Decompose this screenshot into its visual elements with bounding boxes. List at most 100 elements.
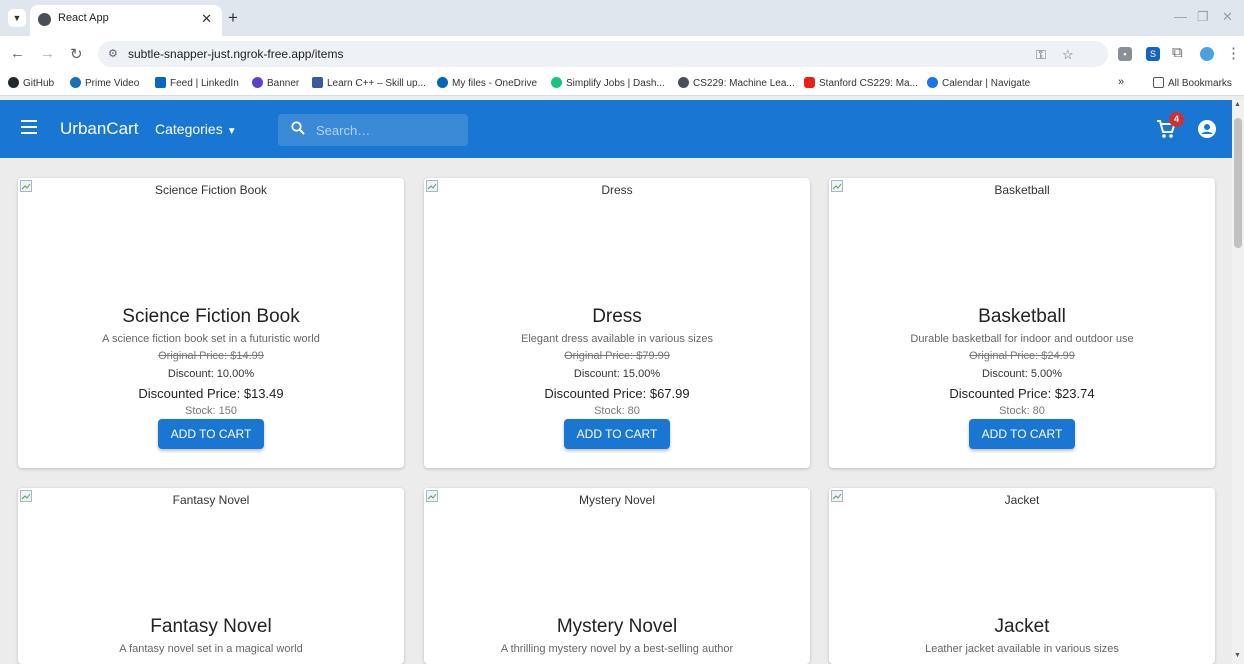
product-image: Science Fiction Book (18, 178, 404, 298)
globe-icon (678, 77, 689, 88)
search-box[interactable] (278, 114, 468, 146)
globe-icon (38, 13, 51, 26)
profile-avatar[interactable] (1200, 47, 1214, 61)
tab-search-button[interactable]: ▼ (8, 9, 26, 27)
cart-count-badge: 4 (1169, 112, 1184, 127)
cloud-icon (437, 77, 448, 88)
browser-tab[interactable]: React App ✕ (30, 5, 222, 36)
close-icon[interactable]: ✕ (201, 11, 212, 27)
bookmark-cs229[interactable]: CS229: Machine Lea... (678, 77, 795, 89)
site-info-icon[interactable]: ⚙ (108, 47, 118, 60)
tab-title: React App (58, 12, 109, 24)
discounted-price: Discounted Price: $23.74 (949, 386, 1095, 401)
bookmark-prime-video[interactable]: Prime Video (70, 77, 139, 89)
reload-icon[interactable]: ↻ (70, 45, 83, 63)
product-name: Mystery Novel (556, 616, 678, 637)
product-card: Fantasy Novel Fantasy Novel A fantasy no… (18, 488, 404, 664)
learncpp-icon (312, 77, 323, 88)
scroll-thumb[interactable] (1234, 118, 1242, 248)
image-alt-text: Jacket (1004, 493, 1040, 507)
bookmark-simplify[interactable]: Simplify Jobs | Dash... (551, 77, 665, 89)
product-image: Fantasy Novel (18, 488, 404, 608)
banner-icon (252, 77, 263, 88)
page-scrollbar[interactable]: ▲ ▼ (1232, 100, 1244, 664)
add-to-cart-button[interactable]: ADD TO CART (564, 419, 670, 449)
extension-icon[interactable]: ▪ (1118, 47, 1132, 61)
menu-dots-icon[interactable]: ⋮ (1226, 44, 1241, 62)
more-bookmarks-button[interactable]: » (1118, 76, 1124, 88)
discount: Discount: 10.00% (167, 368, 255, 380)
folder-icon (1153, 77, 1164, 88)
search-icon (291, 121, 305, 135)
simplify-icon (551, 77, 562, 88)
bookmark-banner[interactable]: Banner (252, 77, 299, 89)
product-description: A fantasy novel set in a magical world (119, 643, 303, 655)
stock: Stock: 80 (594, 405, 640, 417)
product-image: Basketball (829, 178, 1215, 298)
product-name: Fantasy Novel (150, 616, 272, 637)
window-close-icon[interactable]: ✕ (1222, 9, 1233, 25)
prime-video-icon (70, 77, 81, 88)
linkedin-icon (155, 77, 166, 88)
bookmark-learn-cpp[interactable]: Learn C++ – Skill up... (312, 77, 426, 89)
stock: Stock: 80 (999, 405, 1045, 417)
add-to-cart-button[interactable]: ADD TO CART (969, 419, 1075, 449)
github-icon (8, 77, 19, 88)
calendar-icon (927, 77, 938, 88)
menu-icon[interactable] (21, 120, 37, 134)
discount: Discount: 5.00% (981, 368, 1063, 380)
bookmark-stanford-cs229[interactable]: Stanford CS229: Ma... (804, 77, 918, 89)
bookmark-linkedin[interactable]: Feed | LinkedIn (155, 77, 239, 89)
product-card: Dress Dress Elegant dress available in v… (424, 178, 810, 468)
address-bar-row: ← → ↻ ⚙ subtle-snapper-just.ngrok-free.a… (0, 36, 1244, 72)
bookmark-star-icon[interactable]: ☆ (1062, 47, 1074, 63)
product-card: Mystery Novel Mystery Novel A thrilling … (424, 488, 810, 664)
add-to-cart-button[interactable]: ADD TO CART (158, 419, 264, 449)
product-description: A science fiction book set in a futurist… (102, 333, 320, 345)
back-icon[interactable]: ← (10, 45, 25, 62)
browser-tab-bar: ▼ React App ✕ + — ❐ ✕ (0, 0, 1244, 36)
image-alt-text: Dress (601, 183, 633, 197)
product-description: Leather jacket available in various size… (925, 643, 1119, 655)
puzzle-icon[interactable]: ⧉ (1172, 44, 1183, 61)
caret-down-icon: ▼ (226, 126, 237, 137)
categories-menu[interactable]: Categories ▼ (155, 121, 237, 137)
restore-icon[interactable]: ❐ (1197, 9, 1209, 25)
original-price: Original Price: $24.99 (969, 350, 1075, 362)
product-name: Science Fiction Book (122, 306, 300, 327)
image-alt-text: Science Fiction Book (154, 183, 268, 197)
discounted-price: Discounted Price: $13.49 (138, 386, 284, 401)
product-description: Elegant dress available in various sizes (521, 333, 713, 345)
image-alt-text: Fantasy Novel (172, 493, 250, 507)
new-tab-button[interactable]: + (228, 8, 238, 28)
minimize-icon[interactable]: — (1174, 9, 1187, 24)
scroll-up-icon[interactable]: ▲ (1234, 101, 1241, 108)
image-alt-text: Basketball (994, 183, 1050, 197)
image-alt-text: Mystery Novel (578, 493, 655, 507)
product-image: Mystery Novel (424, 488, 810, 608)
bookmark-calendar[interactable]: Calendar | Navigate (927, 77, 1030, 89)
product-name: Basketball (978, 306, 1066, 327)
account-icon[interactable] (1198, 120, 1216, 138)
product-description: Durable basketball for indoor and outdoo… (910, 333, 1134, 345)
search-input[interactable] (316, 120, 461, 140)
product-card: Basketball Basketball Durable basketball… (829, 178, 1215, 468)
original-price: Original Price: $14.99 (158, 350, 264, 362)
forward-icon[interactable]: → (40, 45, 55, 62)
product-image: Jacket (829, 488, 1215, 608)
product-name: Jacket (994, 616, 1050, 637)
brand-logo[interactable]: UrbanCart (60, 119, 138, 139)
discount: Discount: 15.00% (573, 368, 661, 380)
password-key-icon[interactable]: ⚿ (1036, 47, 1046, 63)
app-header: UrbanCart Categories▼ 4 (0, 100, 1232, 158)
extension-s-icon[interactable]: S (1146, 47, 1160, 61)
product-card: Science Fiction Book Science Fiction Boo… (18, 178, 404, 468)
scroll-down-icon[interactable]: ▼ (1234, 652, 1241, 659)
url-field[interactable]: ⚙ subtle-snapper-just.ngrok-free.app/ite… (98, 41, 1108, 67)
categories-label: Categories (155, 121, 223, 137)
original-price: Original Price: $79.99 (564, 350, 670, 362)
bookmark-github[interactable]: GitHub (8, 77, 54, 89)
all-bookmarks-button[interactable]: All Bookmarks (1153, 77, 1232, 89)
bookmark-onedrive[interactable]: My files - OneDrive (437, 77, 537, 89)
product-name: Dress (592, 306, 642, 327)
